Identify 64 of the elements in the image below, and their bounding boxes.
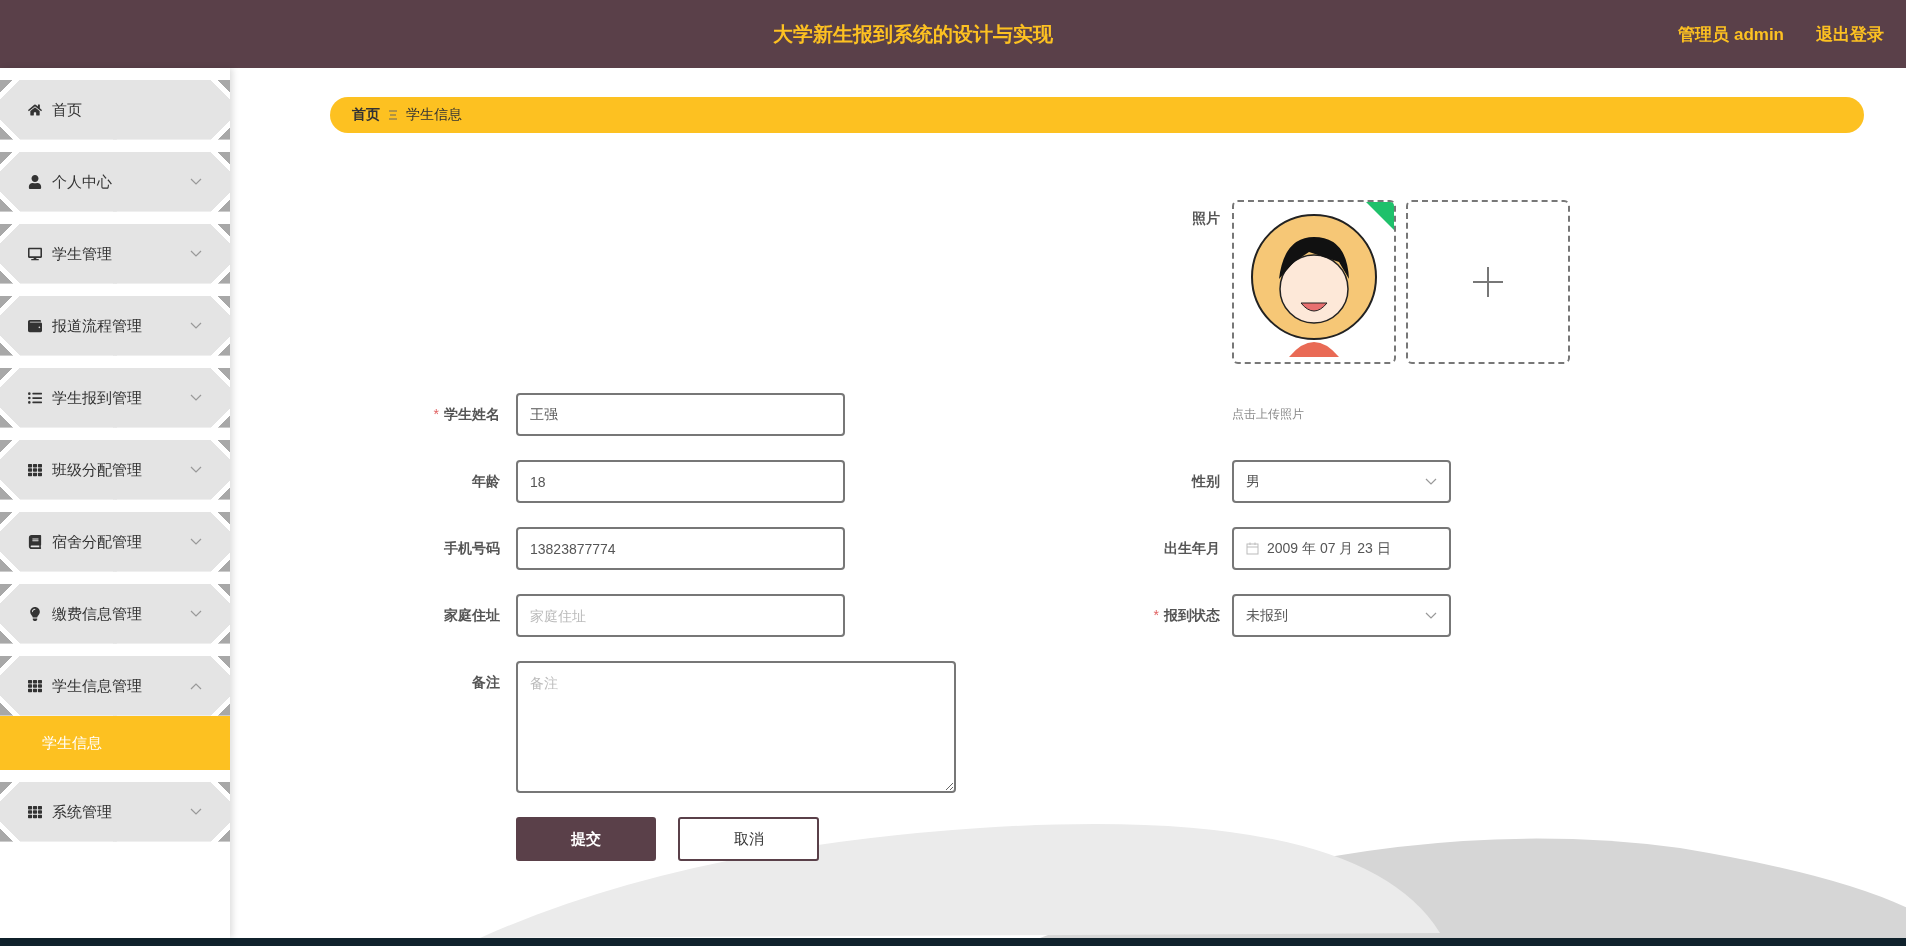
select-field[interactable]: 男 [1232, 460, 1451, 503]
chevron-down-icon [190, 178, 202, 186]
book-icon [28, 535, 42, 549]
chevron-up-icon [190, 682, 202, 690]
cancel-button[interactable]: 取消 [678, 817, 819, 861]
sidebar-item[interactable]: 报道流程管理 [0, 296, 230, 356]
success-corner-icon [1366, 202, 1394, 230]
chevron-down-icon [190, 808, 202, 816]
select-field[interactable]: 未报到 [1232, 594, 1451, 637]
sidebar-item[interactable]: 学生报到管理 [0, 368, 230, 428]
upload-hint: 点击上传照片 [1232, 406, 1304, 423]
user-icon [28, 175, 42, 189]
text-field[interactable]: 王强 [516, 393, 845, 436]
home-icon [28, 103, 42, 117]
field-label: 出生年月 [1164, 540, 1220, 556]
field-label: 备注 [472, 674, 500, 690]
separator-icon [389, 110, 397, 120]
field-label: 性别 [1192, 473, 1220, 489]
chevron-down-icon [1425, 611, 1437, 620]
sidebar-item[interactable]: 系统管理 [0, 782, 230, 842]
chevron-down-icon [190, 250, 202, 258]
sidebar-item[interactable]: 学生信息管理 [0, 656, 230, 716]
field-label: 报到状态 [1164, 607, 1220, 623]
sidebar-item[interactable]: 宿舍分配管理 [0, 512, 230, 572]
submit-button[interactable]: 提交 [516, 817, 656, 861]
wallet-icon [28, 319, 42, 333]
text-field[interactable]: 13823877774 [516, 527, 845, 570]
user-label: 管理员 admin [1678, 23, 1784, 46]
breadcrumb-link[interactable]: 首页 [352, 106, 380, 124]
textarea-field[interactable]: 备注 [516, 661, 956, 793]
chevron-down-icon [190, 466, 202, 474]
sidebar-item[interactable]: 个人中心 [0, 152, 230, 212]
photo-tile[interactable] [1232, 200, 1396, 364]
text-field[interactable]: 18 [516, 460, 845, 503]
bulb-icon [28, 607, 42, 621]
grid-icon [28, 463, 42, 477]
field-label: 照片 [1191, 209, 1220, 228]
upload-tile[interactable] [1406, 200, 1570, 364]
plus-icon [1473, 267, 1503, 297]
chevron-down-icon [190, 322, 202, 330]
field-label: 年龄 [472, 473, 500, 489]
field-label: 学生姓名 [444, 406, 500, 422]
chevron-down-icon [190, 610, 202, 618]
list-icon [28, 391, 42, 405]
sidebar-item[interactable]: 缴费信息管理 [0, 584, 230, 644]
date-field[interactable]: 2009 年 07 月 23 日 [1232, 527, 1451, 570]
calendar-icon [1246, 542, 1259, 555]
grid-icon [28, 805, 42, 819]
grid-icon [28, 679, 42, 693]
chevron-down-icon [1425, 477, 1437, 486]
field-label: 家庭住址 [444, 607, 500, 623]
sidebar-item[interactable]: 学生管理 [0, 224, 230, 284]
required-mark: * [433, 406, 439, 422]
sidebar-item[interactable]: 首页 [0, 80, 230, 140]
field-label: 手机号码 [444, 540, 500, 556]
chevron-down-icon [190, 538, 202, 546]
chevron-down-icon [190, 394, 202, 402]
required-mark: * [1153, 607, 1159, 623]
app-title: 大学新生报到系统的设计与实现 [772, 21, 1055, 47]
logout-link[interactable]: 退出登录 [1816, 22, 1884, 46]
breadcrumb-link[interactable]: 学生信息 [406, 106, 462, 124]
sidebar-item[interactable]: 班级分配管理 [0, 440, 230, 500]
monitor-icon [28, 247, 42, 261]
text-field[interactable]: 家庭住址 [516, 594, 845, 637]
